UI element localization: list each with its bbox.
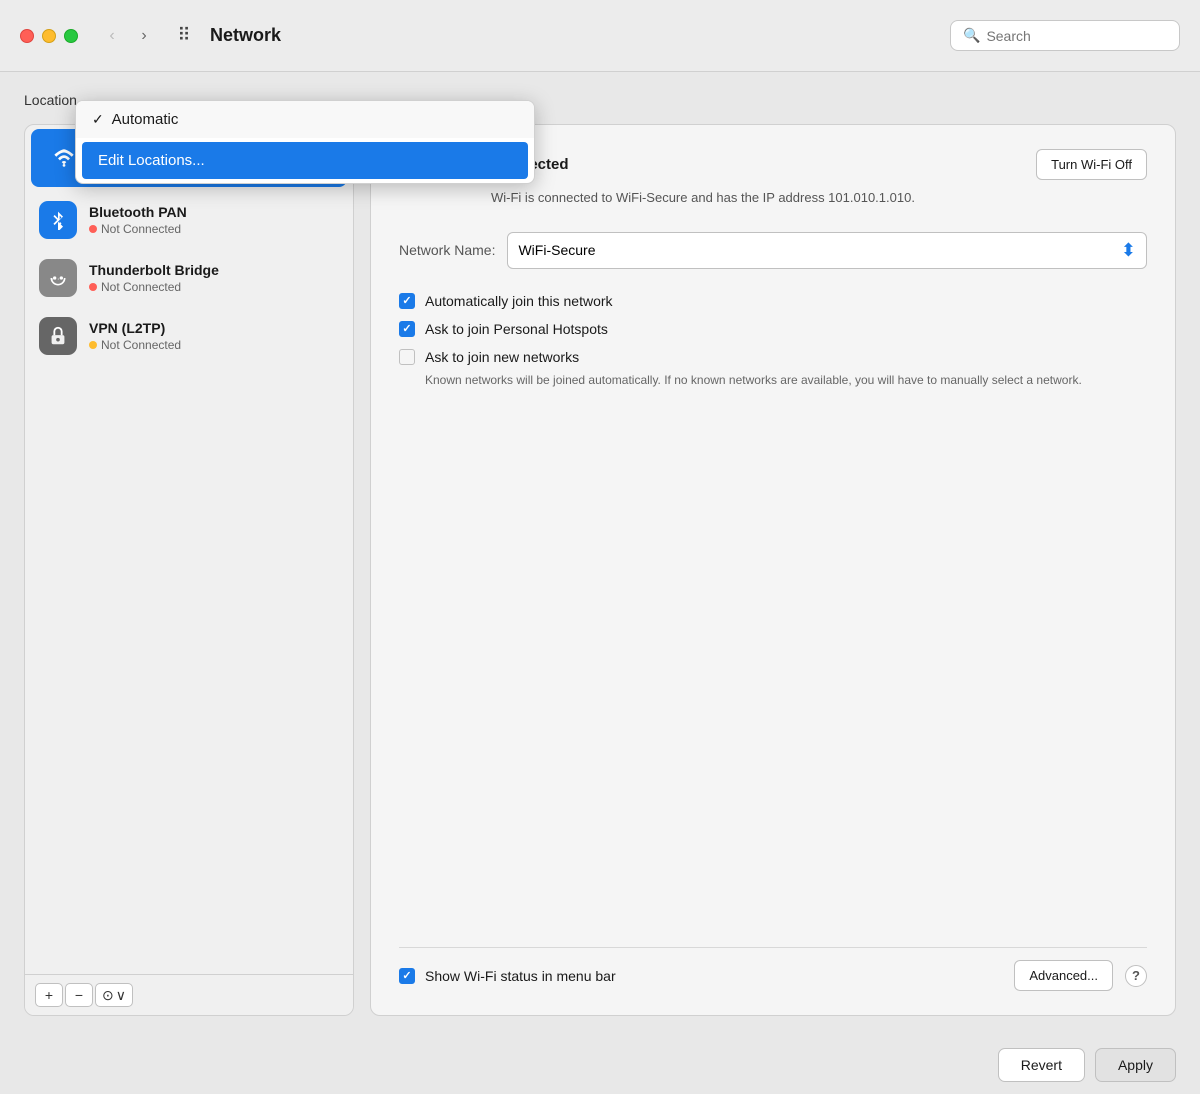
- checkboxes-section: Automatically join this network Ask to j…: [399, 293, 1147, 389]
- bluetooth-name: Bluetooth PAN: [89, 204, 339, 220]
- nav-buttons: ‹ ›: [98, 22, 158, 50]
- show-wifi-row: Show Wi-Fi status in menu bar: [399, 968, 1002, 984]
- personal-hotspot-checkbox[interactable]: [399, 321, 415, 337]
- turn-wifi-off-button[interactable]: Turn Wi-Fi Off: [1036, 149, 1147, 180]
- search-icon: 🔍: [963, 27, 980, 44]
- location-label: Location: [24, 92, 77, 108]
- bluetooth-icon: [39, 201, 77, 239]
- titlebar: ‹ › ⠿ Network 🔍: [0, 0, 1200, 72]
- show-wifi-label: Show Wi-Fi status in menu bar: [425, 968, 616, 984]
- thunderbolt-status-dot: [89, 283, 97, 291]
- action-icon: ⊙: [102, 987, 114, 1004]
- bluetooth-status-dot: [89, 225, 97, 233]
- maximize-button[interactable]: [64, 29, 78, 43]
- vpn-info: VPN (L2TP) Not Connected: [89, 320, 339, 352]
- search-bar[interactable]: 🔍: [950, 20, 1180, 51]
- svg-text:···: ···: [51, 273, 59, 283]
- remove-network-button[interactable]: −: [65, 983, 93, 1007]
- thunderbolt-info: Thunderbolt Bridge Not Connected: [89, 262, 339, 294]
- new-networks-desc: Known networks will be joined automatica…: [425, 371, 1147, 389]
- page-title: Network: [210, 25, 938, 46]
- network-item-thunderbolt[interactable]: ··· Thunderbolt Bridge Not Connected: [25, 249, 353, 307]
- network-name-row: Network Name: WiFi-Secure ⬍: [399, 232, 1147, 269]
- vpn-name: VPN (L2TP): [89, 320, 339, 336]
- dropdown-item-automatic[interactable]: ✓ Automatic: [76, 101, 534, 138]
- forward-button[interactable]: ›: [130, 22, 158, 50]
- checkbox-auto-join: Automatically join this network: [399, 293, 1147, 309]
- checkbox-personal-hotspot: Ask to join Personal Hotspots: [399, 321, 1147, 337]
- chevron-down-icon: ∨: [116, 987, 126, 1004]
- status-description: Wi-Fi is connected to WiFi-Secure and ha…: [491, 188, 1147, 208]
- back-button[interactable]: ‹: [98, 22, 126, 50]
- main-content: Location ✓ Automatic Edit Locations...: [0, 72, 1200, 1036]
- network-item-bluetooth[interactable]: Bluetooth PAN Not Connected: [25, 191, 353, 249]
- new-networks-checkbox[interactable]: [399, 349, 415, 365]
- dropdown-automatic-label: Automatic: [112, 111, 179, 128]
- network-name-value: WiFi-Secure: [518, 242, 595, 258]
- network-item-vpn[interactable]: VPN (L2TP) Not Connected: [25, 307, 353, 365]
- search-input[interactable]: [986, 28, 1167, 44]
- minimize-button[interactable]: [42, 29, 56, 43]
- revert-button[interactable]: Revert: [998, 1048, 1085, 1082]
- add-network-button[interactable]: +: [35, 983, 63, 1007]
- network-name-label: Network Name:: [399, 242, 495, 258]
- new-networks-label: Ask to join new networks: [425, 349, 579, 365]
- grid-button[interactable]: ⠿: [170, 22, 198, 50]
- action-network-button[interactable]: ⊙ ∨: [95, 983, 133, 1007]
- thunderbolt-name: Thunderbolt Bridge: [89, 262, 339, 278]
- checkmark-icon: ✓: [92, 111, 104, 128]
- close-button[interactable]: [20, 29, 34, 43]
- stepper-icon: ⬍: [1121, 240, 1136, 261]
- thunderbolt-status: Not Connected: [89, 280, 339, 294]
- sidebar: Wi-Fi Connected Blue: [24, 124, 354, 1016]
- help-button[interactable]: ?: [1125, 965, 1147, 987]
- bottom-bar: Show Wi-Fi status in menu bar Advanced..…: [399, 947, 1147, 991]
- location-row: Location ✓ Automatic Edit Locations...: [24, 92, 1176, 108]
- bluetooth-info: Bluetooth PAN Not Connected: [89, 204, 339, 236]
- auto-join-checkbox[interactable]: [399, 293, 415, 309]
- vpn-icon: [39, 317, 77, 355]
- personal-hotspot-label: Ask to join Personal Hotspots: [425, 321, 608, 337]
- show-wifi-checkbox[interactable]: [399, 968, 415, 984]
- network-name-select[interactable]: WiFi-Secure ⬍: [507, 232, 1147, 269]
- sidebar-footer: + − ⊙ ∨: [25, 974, 353, 1015]
- right-panel: Status: Connected Turn Wi-Fi Off Wi-Fi i…: [370, 124, 1176, 1016]
- dropdown-item-edit-locations[interactable]: Edit Locations...: [82, 142, 528, 179]
- checkbox-new-networks: Ask to join new networks: [399, 349, 1147, 365]
- dropdown-menu: ✓ Automatic Edit Locations...: [75, 100, 535, 184]
- auto-join-label: Automatically join this network: [425, 293, 613, 309]
- footer-row: Revert Apply: [0, 1036, 1200, 1094]
- advanced-button[interactable]: Advanced...: [1014, 960, 1113, 991]
- dropdown-edit-label: Edit Locations...: [98, 152, 205, 169]
- bluetooth-status: Not Connected: [89, 222, 339, 236]
- vpn-status: Not Connected: [89, 338, 339, 352]
- vpn-status-dot: [89, 341, 97, 349]
- apply-button[interactable]: Apply: [1095, 1048, 1176, 1082]
- network-list: Wi-Fi Connected Blue: [25, 125, 353, 974]
- two-col: Wi-Fi Connected Blue: [24, 124, 1176, 1016]
- thunderbolt-icon: ···: [39, 259, 77, 297]
- traffic-lights: [20, 29, 78, 43]
